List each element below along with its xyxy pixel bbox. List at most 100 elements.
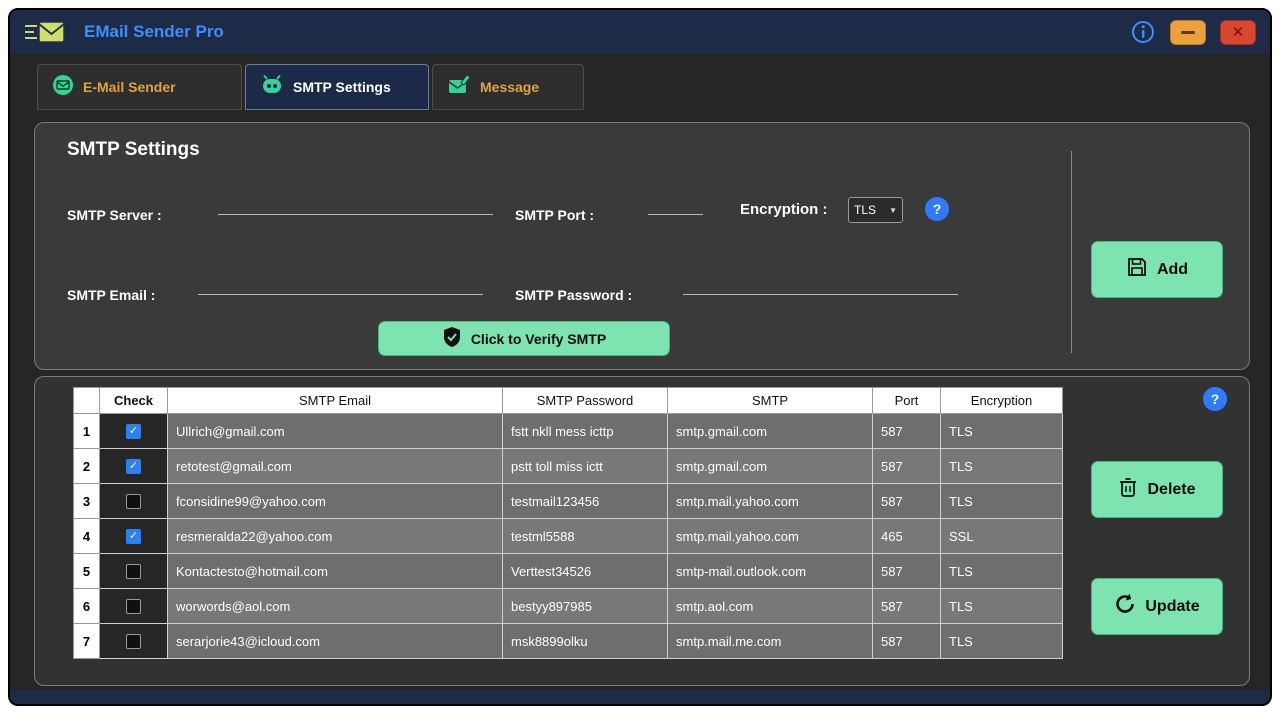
cell-smtp-server: smtp-mail.outlook.com (667, 553, 873, 589)
cell-port: 587 (872, 448, 941, 484)
update-button-label: Update (1145, 597, 1200, 615)
column-header: Port (872, 387, 941, 414)
cell-smtp-email: worwords@aol.com (167, 588, 503, 624)
smtp-email-input[interactable] (198, 275, 483, 295)
delete-button[interactable]: Delete (1091, 461, 1223, 518)
check-icon: ✓ (128, 460, 139, 473)
row-checkbox[interactable]: ✓ (126, 634, 141, 650)
cell-encryption: TLS (940, 553, 1063, 589)
cell-smtp-password: Verttest34526 (502, 553, 668, 589)
smtp-port-input[interactable] (648, 195, 703, 215)
smtp-list-panel: Check SMTP Email SMTP Password SMTP Port Encr… (34, 376, 1250, 686)
column-header: SMTP Email (167, 387, 503, 414)
row-number: 7 (73, 623, 100, 659)
row-check-cell: ✓ (99, 448, 168, 484)
row-check-cell: ✓ (99, 623, 168, 659)
row-checkbox[interactable]: ✓ (126, 494, 141, 510)
check-icon: ✓ (128, 425, 139, 438)
cell-smtp-password: fstt nkll mess icttp (502, 413, 668, 449)
check-icon: ✓ (128, 530, 139, 543)
smtp-email-label: SMTP Email : (67, 287, 156, 303)
cell-encryption: SSL (940, 518, 1063, 554)
verify-smtp-button[interactable]: Click to Verify SMTP (378, 321, 670, 356)
app-window: EMail Sender Pro ✕ E-Mail Sender SMTP Se… (8, 8, 1272, 706)
verify-smtp-label: Click to Verify SMTP (470, 330, 607, 347)
cell-smtp-server: smtp.gmail.com (667, 413, 873, 449)
cell-encryption: TLS (940, 623, 1063, 659)
row-checkbox[interactable]: ✓ (126, 529, 141, 545)
panel-heading: SMTP Settings (67, 139, 200, 160)
tab-message[interactable]: Message (432, 64, 584, 110)
cell-encryption: TLS (940, 448, 1063, 484)
cell-encryption: TLS (940, 413, 1063, 449)
cell-smtp-server: smtp.mail.yahoo.com (667, 518, 873, 554)
encryption-help-icon[interactable]: ? (925, 197, 949, 221)
cell-port: 587 (872, 483, 941, 519)
cell-encryption: TLS (940, 483, 1063, 519)
row-checkbox[interactable]: ✓ (126, 459, 141, 475)
smtp-password-label: SMTP Password : (515, 287, 633, 303)
add-button[interactable]: Add (1091, 241, 1223, 298)
smtp-password-input[interactable] (683, 275, 958, 295)
cell-smtp-email: Kontactesto@hotmail.com (167, 553, 503, 589)
cell-smtp-password: pstt toll miss ictt (502, 448, 668, 484)
row-checkbox[interactable]: ✓ (126, 599, 141, 615)
smtp-table-header-row: Check SMTP Email SMTP Password SMTP Port Encr… (73, 387, 1063, 414)
cell-port: 587 (872, 553, 941, 589)
chevron-down-icon: ▼ (889, 205, 897, 215)
smtp-port-label: SMTP Port : (515, 207, 595, 223)
tab-email-sender[interactable]: E-Mail Sender (37, 64, 242, 110)
cell-encryption: TLS (940, 588, 1063, 624)
message-icon (447, 74, 471, 101)
smtp-settings-panel: SMTP Settings SMTP Server : SMTP Port : … (34, 122, 1250, 370)
row-number: 6 (73, 588, 100, 624)
trash-icon (1118, 476, 1138, 503)
save-floppy-icon (1126, 256, 1148, 283)
cell-smtp-password: testml5588 (502, 518, 668, 554)
footer-bar (10, 690, 1270, 704)
info-icon[interactable] (1130, 19, 1156, 45)
minimize-button[interactable] (1170, 19, 1206, 45)
column-header: SMTP Password (502, 387, 668, 414)
cell-smtp-server: smtp.mail.me.com (667, 623, 873, 659)
cell-smtp-server: smtp.mail.yahoo.com (667, 483, 873, 519)
cell-smtp-email: retotest@gmail.com (167, 448, 503, 484)
smtp-server-label: SMTP Server : (67, 207, 162, 223)
titlebar: EMail Sender Pro ✕ (10, 10, 1270, 54)
tab-message-label: Message (480, 79, 540, 95)
vertical-divider (1071, 151, 1072, 353)
close-button[interactable]: ✕ (1220, 19, 1256, 45)
row-checkbox[interactable]: ✓ (126, 424, 141, 440)
row-check-cell: ✓ (99, 588, 168, 624)
encryption-label: Encryption : (740, 201, 828, 218)
cell-smtp-password: msk8899olku (502, 623, 668, 659)
cell-port: 587 (872, 623, 941, 659)
cell-port: 587 (872, 588, 941, 624)
row-number: 1 (73, 413, 100, 449)
update-button[interactable]: Update (1091, 578, 1223, 635)
row-number: 4 (73, 518, 100, 554)
cell-smtp-email: Ullrich@gmail.com (167, 413, 503, 449)
cell-smtp-email: serarjorie43@icloud.com (167, 623, 503, 659)
table-row: 2 ✓ retotest@gmail.com pstt toll miss ic… (73, 448, 1063, 484)
column-header: SMTP (667, 387, 873, 414)
cell-smtp-server: smtp.gmail.com (667, 448, 873, 484)
row-number: 2 (73, 448, 100, 484)
table-help-icon[interactable]: ? (1203, 387, 1227, 411)
tab-smtp-settings[interactable]: SMTP Settings (245, 64, 429, 110)
smtp-table-body: 1 ✓ Ullrich@gmail.com fstt nkll mess ict… (73, 413, 1063, 659)
tab-email-sender-label: E-Mail Sender (83, 79, 176, 95)
encryption-select[interactable]: TLS ▼ (848, 197, 903, 223)
smtp-server-input[interactable] (218, 195, 493, 215)
cell-smtp-email: fconsidine99@yahoo.com (167, 483, 503, 519)
cell-port: 465 (872, 518, 941, 554)
smtp-robot-icon (260, 74, 284, 101)
row-number: 3 (73, 483, 100, 519)
column-header: Encryption (940, 387, 1063, 414)
row-check-cell: ✓ (99, 553, 168, 589)
table-row: 4 ✓ resmeralda22@yahoo.com testml5588 sm… (73, 518, 1063, 554)
app-logo-icon (24, 19, 66, 45)
row-checkbox[interactable]: ✓ (126, 564, 141, 580)
encryption-value: TLS (854, 203, 877, 217)
table-row: 5 ✓ Kontactesto@hotmail.com Verttest3452… (73, 553, 1063, 589)
